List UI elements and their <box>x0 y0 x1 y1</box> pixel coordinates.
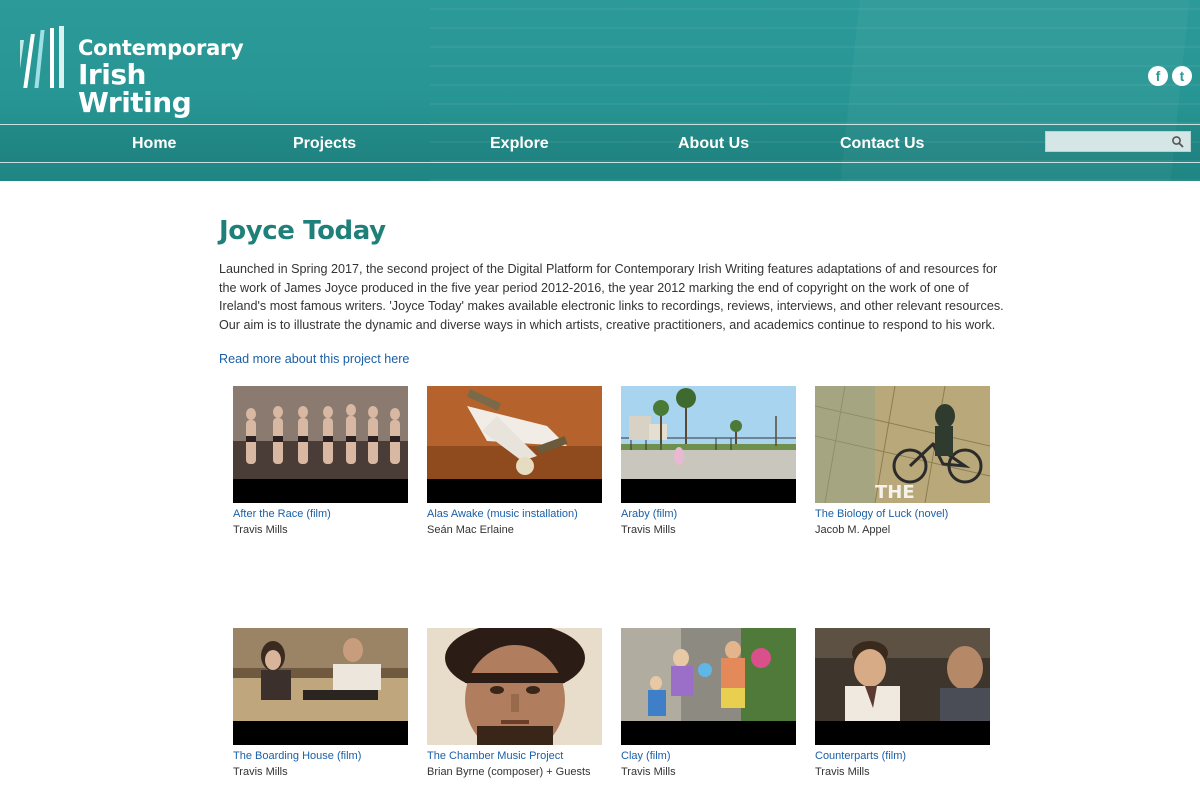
social-links: f t <box>1148 66 1192 86</box>
item-author: Brian Byrne (composer) + Guests <box>427 766 591 778</box>
item-title-link[interactable]: After the Race (film) <box>233 508 331 520</box>
item-title-link[interactable]: Clay (film) <box>621 750 671 762</box>
item-title-link[interactable]: The Biology of Luck (novel) <box>815 508 948 520</box>
logo-line-2: Irish Writing <box>78 58 192 119</box>
nav-projects[interactable]: Projects <box>293 135 356 153</box>
item-title-link[interactable]: The Boarding House (film) <box>233 750 361 762</box>
read-more-link[interactable]: Read more about this project here <box>219 352 409 366</box>
project-item-grid: After the Race (film) Travis Mills Alas … <box>233 386 993 796</box>
item-thumbnail[interactable] <box>427 628 602 745</box>
site-logo[interactable]: Contemporary Irish Writing <box>20 26 260 117</box>
project-description: Launched in Spring 2017, the second proj… <box>219 262 1004 332</box>
search-box <box>1045 131 1191 152</box>
twitter-icon[interactable]: t <box>1172 66 1192 86</box>
logo-line-1: Contemporary <box>78 36 244 60</box>
item-author: Travis Mills <box>233 524 288 536</box>
page-title: Joyce Today <box>219 216 386 246</box>
main-nav: Home Projects Explore About Us Contact U… <box>0 124 1200 163</box>
item-author: Travis Mills <box>233 766 288 778</box>
item-thumbnail[interactable] <box>427 386 602 503</box>
search-icon[interactable] <box>1171 135 1185 149</box>
nav-home[interactable]: Home <box>132 135 176 153</box>
thumbnail-image <box>621 628 796 721</box>
item-thumbnail[interactable]: THE <box>815 386 990 503</box>
thumbnail-image <box>427 628 602 745</box>
nav-contact-us[interactable]: Contact Us <box>840 135 924 153</box>
logo-bars-icon <box>20 26 64 88</box>
thumbnail-image <box>815 628 990 721</box>
item-author: Travis Mills <box>621 766 676 778</box>
item-author: Travis Mills <box>621 524 676 536</box>
item-title-link[interactable]: Counterparts (film) <box>815 750 906 762</box>
thumbnail-image <box>427 386 602 479</box>
thumbnail-image <box>233 628 408 721</box>
thumbnail-image <box>621 386 796 479</box>
item-thumbnail[interactable] <box>233 386 408 503</box>
thumbnail-image <box>233 386 408 479</box>
item-thumbnail[interactable] <box>233 628 408 745</box>
site-header: Contemporary Irish Writing f t Home Proj… <box>0 0 1200 181</box>
thumbnail-image: THE <box>815 386 990 503</box>
item-thumbnail[interactable] <box>621 386 796 503</box>
svg-text:THE: THE <box>875 482 915 503</box>
item-thumbnail[interactable] <box>621 628 796 745</box>
item-title-link[interactable]: Araby (film) <box>621 508 677 520</box>
logo-text: Contemporary Irish Writing <box>78 38 260 117</box>
item-author: Travis Mills <box>815 766 870 778</box>
item-title-link[interactable]: Alas Awake (music installation) <box>427 508 578 520</box>
nav-about-us[interactable]: About Us <box>678 135 749 153</box>
item-author: Jacob M. Appel <box>815 524 891 536</box>
nav-explore[interactable]: Explore <box>490 135 549 153</box>
search-input[interactable] <box>1046 132 1166 151</box>
item-thumbnail[interactable] <box>815 628 990 745</box>
item-author: Seán Mac Erlaine <box>427 524 514 536</box>
facebook-icon[interactable]: f <box>1148 66 1168 86</box>
item-title-link[interactable]: The Chamber Music Project <box>427 750 563 762</box>
